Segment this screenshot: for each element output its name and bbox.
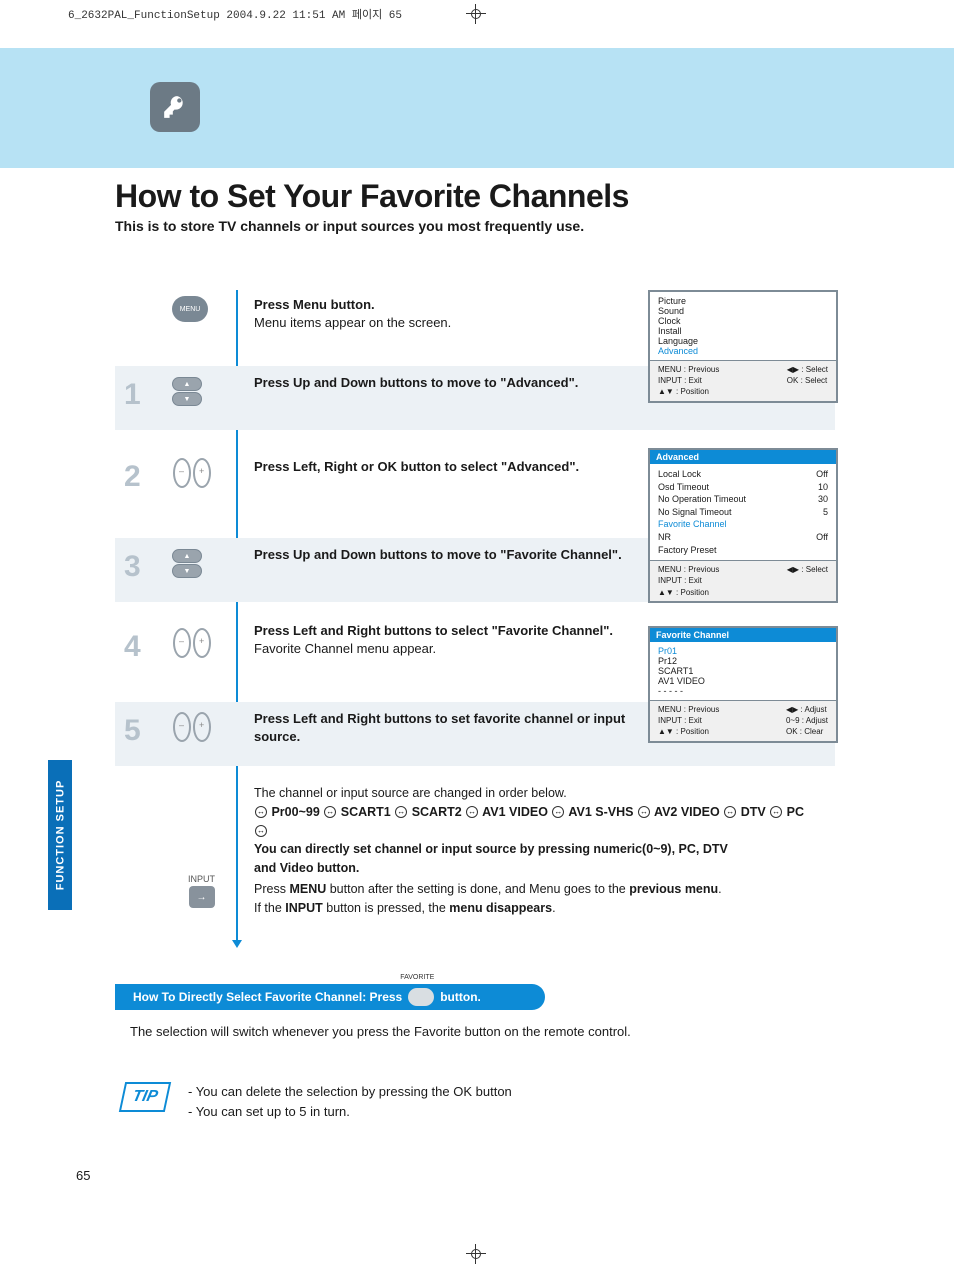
page-subtitle: This is to store TV channels or input so… [115, 218, 584, 234]
step-num-5: 5 [124, 714, 141, 748]
print-header: 6_2632PAL_FunctionSetup 2004.9.22 11:51 … [68, 6, 402, 22]
page-number: 65 [76, 1168, 90, 1183]
registration-mark-top [466, 4, 486, 24]
step-num-4: 4 [124, 630, 141, 664]
osd-advanced-menu: Advanced Local LockOffOsd Timeout10No Op… [648, 448, 838, 603]
after-blue-text: The selection will switch whenever you p… [130, 1024, 631, 1039]
step3-text: Press Up and Down buttons to move to "Fa… [254, 546, 634, 564]
step-num-2: 2 [124, 460, 141, 494]
registration-mark-bottom [466, 1244, 486, 1264]
page-title: How to Set Your Favorite Channels [115, 178, 629, 215]
updown-buttons-icon-2: ▲▼ [172, 548, 202, 579]
menu-button-icon: MENU [172, 296, 208, 322]
key-icon [150, 82, 200, 132]
leftright-buttons-icon [172, 458, 212, 493]
osd-favorite-menu: Favorite Channel Pr01Pr12SCART1AV1 VIDEO… [648, 626, 838, 743]
step-num-1: 1 [124, 378, 141, 412]
cycle-explanation: The channel or input source are changed … [254, 784, 814, 878]
tip-box: TIP - You can delete the selection by pr… [122, 1082, 512, 1121]
step5-text: Press Left and Right buttons to set favo… [254, 710, 634, 746]
step0-text: Press Menu button. Menu items appear on … [254, 296, 634, 332]
updown-buttons-icon: ▲▼ [172, 376, 202, 407]
favorite-label: FAVORITE [400, 974, 434, 981]
step4-text: Press Left and Right buttons to select "… [254, 622, 634, 658]
osd-main-menu: PictureSoundClockInstallLanguageAdvanced… [648, 290, 838, 403]
section-tab: FUNCTION SETUP [48, 760, 72, 910]
tip-badge: TIP [119, 1082, 171, 1112]
final-instruction: Press MENU button after the setting is d… [254, 880, 814, 918]
step1-text: Press Up and Down buttons to move to "Ad… [254, 374, 634, 392]
header-band [0, 48, 954, 168]
favorite-button-icon [408, 988, 434, 1006]
input-button-icon: INPUT → [188, 874, 215, 908]
direct-select-bar: How To Directly Select Favorite Channel … [115, 984, 545, 1010]
leftright-buttons-icon-2 [172, 628, 212, 663]
step2-text: Press Left, Right or OK button to select… [254, 458, 634, 476]
leftright-buttons-icon-3 [172, 712, 212, 747]
step-num-3: 3 [124, 550, 141, 584]
